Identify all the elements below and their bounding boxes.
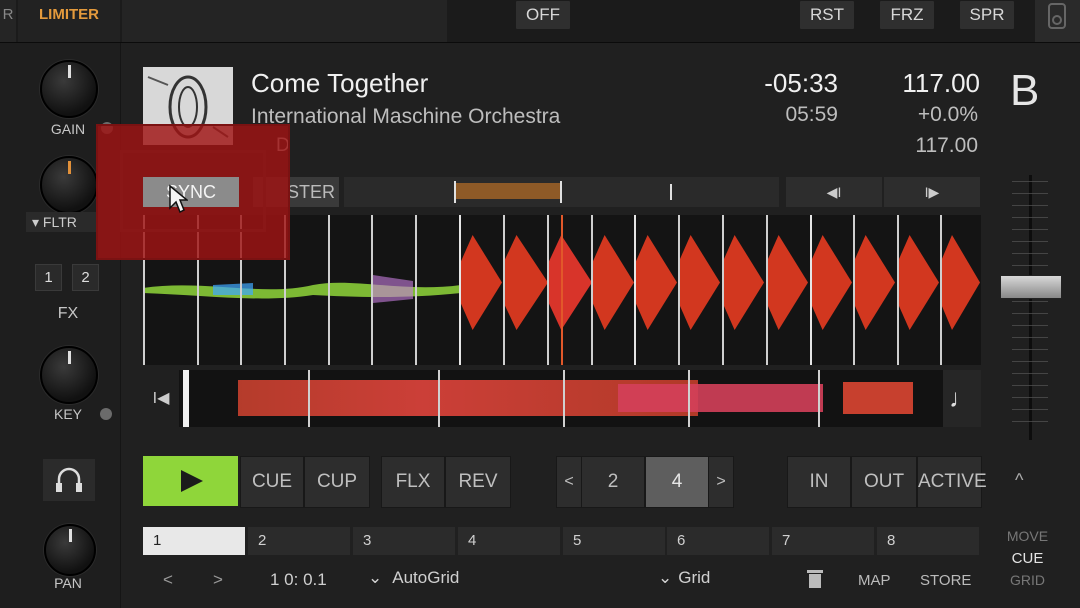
sync-button[interactable]: SYNC (143, 177, 239, 207)
bpm-display[interactable]: 117.00 (860, 68, 980, 99)
limiter-button[interactable]: LIMITER (18, 0, 120, 42)
cue-name: AutoGrid (392, 568, 460, 587)
rst-button[interactable]: RST (800, 1, 854, 29)
filter-toggle[interactable]: ▾ FLTR (26, 212, 98, 232)
cue-type-dropdown[interactable]: ⌄ AutoGrid (368, 568, 459, 588)
tempo-fader-handle[interactable] (1000, 275, 1062, 299)
track-title: Come Together (251, 68, 429, 98)
beatjump-back-button[interactable]: ◀I (786, 177, 882, 207)
skip-start-icon: I◀ (152, 390, 170, 407)
frz-button[interactable]: FRZ (880, 1, 934, 29)
track-artist: International Maschine Orchestra (251, 105, 561, 128)
skip-forward-icon: I▶ (924, 184, 940, 200)
tempo-lock-button[interactable]: ♩ (943, 370, 981, 427)
filter-knob[interactable] (40, 156, 98, 214)
remix-icon (1048, 3, 1066, 29)
map-button[interactable]: MAP (858, 572, 891, 589)
cue-slot-3[interactable]: 3 (353, 527, 455, 555)
cue-slot-6[interactable]: 6 (667, 527, 769, 555)
music-note-icon: ♩ (949, 383, 975, 413)
cue-slot-1[interactable]: 1 (143, 527, 245, 555)
loop-out-button[interactable]: OUT (851, 456, 917, 508)
track-overview[interactable]: I◀ ♩ (143, 370, 981, 427)
grid-mode-label[interactable]: GRID (1000, 572, 1055, 588)
top-fx-panel (122, 0, 447, 42)
cue-slot-8[interactable]: 8 (877, 527, 979, 555)
remaining-time: -05:33 (764, 68, 838, 98)
fx-label: FX (57, 305, 79, 322)
cue-kind: Grid (678, 568, 711, 587)
left-cut-label: R (0, 0, 16, 42)
cue-slot-2[interactable]: 2 (248, 527, 350, 555)
gain-knob[interactable] (40, 60, 98, 118)
filter-label: FLTR (42, 214, 77, 230)
cue-position: 1 0: 0.1 (270, 570, 327, 589)
master-label: STER (287, 182, 336, 202)
gain-label: GAIN (50, 121, 86, 137)
jump-to-start-button[interactable]: I◀ (143, 370, 179, 427)
play-icon (181, 470, 203, 492)
pan-knob[interactable] (44, 524, 96, 576)
loop-active-button[interactable]: ACTIVE (917, 456, 987, 508)
delete-cue-button[interactable] (806, 568, 824, 595)
spr-button[interactable]: SPR (960, 1, 1014, 29)
pan-label: PAN (54, 575, 82, 591)
cue-slot-7[interactable]: 7 (772, 527, 874, 555)
loop-size-next-button[interactable]: > (708, 456, 734, 508)
fx-2-button[interactable]: 2 (72, 264, 99, 291)
prev-cue-button[interactable]: < (163, 570, 173, 590)
mouse-cursor-icon (168, 184, 190, 219)
loop-size-4[interactable]: 4 (645, 456, 709, 508)
reverse-button[interactable]: REV (445, 456, 511, 508)
phase-meter (344, 177, 779, 207)
tempo-fader[interactable] (1000, 175, 1062, 440)
cup-button[interactable]: CUP (304, 456, 370, 508)
collapse-button[interactable]: ^ (1015, 470, 1023, 491)
skip-back-icon: ◀I (826, 184, 842, 200)
deck-letter: B (1010, 66, 1040, 115)
beatjump-forward-button[interactable]: I▶ (884, 177, 980, 207)
chevron-down-icon: ⌄ (368, 568, 383, 587)
store-button[interactable]: STORE (920, 572, 971, 589)
deck-flavor-icon[interactable] (1035, 0, 1080, 42)
cue-kind-dropdown[interactable]: ⌄ Grid (658, 568, 710, 588)
cue-button[interactable]: CUE (240, 456, 304, 508)
key-knob[interactable] (40, 346, 98, 404)
cue-slot-5[interactable]: 5 (563, 527, 665, 555)
next-cue-button[interactable]: > (213, 570, 223, 590)
cue-slot-4[interactable]: 4 (458, 527, 560, 555)
move-mode-label[interactable]: MOVE (1000, 528, 1055, 544)
playhead (561, 215, 563, 365)
flux-button[interactable]: FLX (381, 456, 445, 508)
cue-mode-label[interactable]: CUE (1000, 550, 1055, 567)
loop-in-button[interactable]: IN (787, 456, 851, 508)
chevron-down-icon: ⌄ (658, 568, 673, 587)
off-button[interactable]: OFF (516, 1, 570, 29)
fx-1-button[interactable]: 1 (35, 264, 62, 291)
key-label: KEY (53, 406, 82, 422)
key-lock-dot[interactable] (100, 408, 112, 420)
loop-size-2[interactable]: 2 (581, 456, 645, 508)
total-time: 05:59 (785, 103, 838, 126)
original-bpm: 117.00 (915, 134, 978, 157)
chevron-down-icon: ▾ (32, 214, 40, 230)
headphones-icon (56, 467, 82, 492)
play-button[interactable] (143, 456, 238, 506)
cue-monitor-button[interactable] (43, 459, 95, 501)
pitch-display: +0.0% (917, 103, 978, 126)
trash-icon (807, 570, 823, 588)
loop-size-prev-button[interactable]: < (556, 456, 582, 508)
